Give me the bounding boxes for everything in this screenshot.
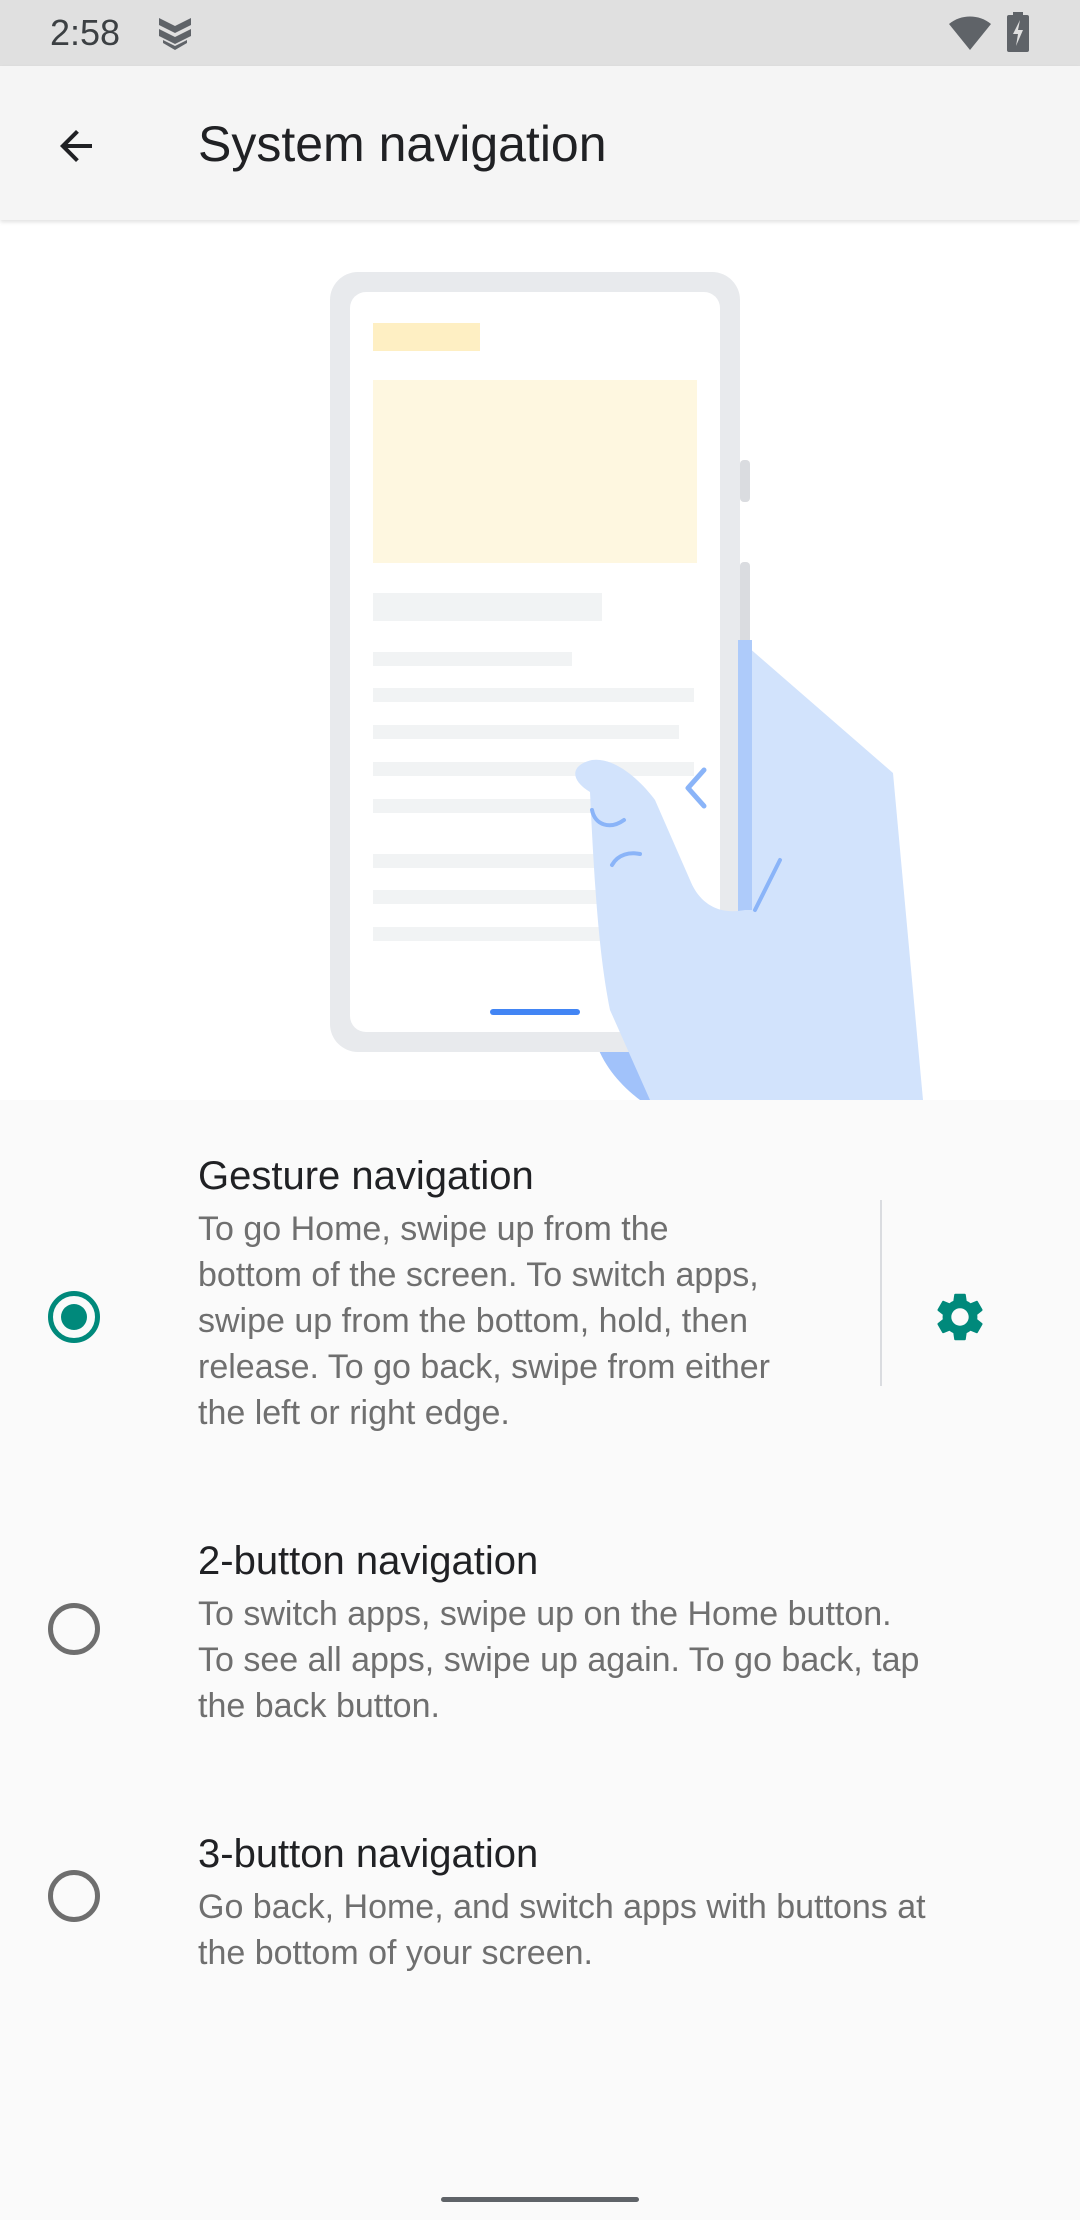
- description-line: swipe up from the bottom, hold, then: [198, 1302, 748, 1340]
- description-line: To switch apps, swipe up on the Home but…: [198, 1595, 892, 1633]
- app-bar: System navigation: [0, 66, 1080, 220]
- description-line: Go back, Home, and switch apps with butt…: [198, 1888, 926, 1926]
- option-3-button-navigation[interactable]: 3-button navigation Go back, Home, and s…: [0, 1818, 1080, 1998]
- description-line: the left or right edge.: [198, 1394, 510, 1432]
- arrow-back-icon: [60, 130, 92, 162]
- 2-button-navigation-title: 2-button navigation: [198, 1539, 539, 1583]
- description-line: the back button.: [198, 1687, 440, 1725]
- description-line: To go Home, swipe up from the: [198, 1210, 669, 1248]
- status-time: 2:58: [50, 12, 121, 53]
- 2-button-navigation-radio[interactable]: [48, 1603, 100, 1655]
- 2-button-navigation-description: To switch apps, swipe up on the Home but…: [198, 1591, 919, 1729]
- gear-icon: [937, 1293, 983, 1341]
- description-line: release. To go back, swipe from either: [198, 1348, 770, 1386]
- battery-charging-icon: [1007, 12, 1029, 52]
- 3-button-navigation-radio[interactable]: [48, 1870, 100, 1922]
- gesture-navigation-title: Gesture navigation: [198, 1154, 534, 1198]
- back-button[interactable]: [36, 106, 116, 186]
- option-2-button-navigation[interactable]: 2-button navigation To switch apps, swip…: [0, 1525, 1080, 1745]
- gesture-settings-button[interactable]: [920, 1277, 1000, 1357]
- app-shield-icon: [159, 18, 191, 50]
- settings-divider: [880, 1200, 882, 1386]
- option-gesture-navigation[interactable]: Gesture navigation To go Home, swipe up …: [0, 1140, 1080, 1440]
- status-bar: 2:58: [0, 0, 1080, 66]
- description-line: the bottom of your screen.: [198, 1934, 593, 1972]
- description-line: bottom of the screen. To switch apps,: [198, 1256, 759, 1294]
- description-line: To see all apps, swipe up again. To go b…: [198, 1641, 920, 1679]
- page-title: System navigation: [198, 116, 607, 172]
- wifi-icon: [949, 16, 991, 50]
- gesture-navigation-radio[interactable]: [48, 1291, 100, 1343]
- phone-in-hand-illustration: [330, 272, 923, 1100]
- 3-button-navigation-description: Go back, Home, and switch apps with butt…: [198, 1884, 926, 1976]
- 3-button-navigation-title: 3-button navigation: [198, 1832, 539, 1876]
- gesture-navigation-description: To go Home, swipe up from the bottom of …: [198, 1206, 770, 1436]
- gesture-illustration: [0, 220, 1080, 1100]
- gesture-navigation-handle[interactable]: [441, 2197, 639, 2202]
